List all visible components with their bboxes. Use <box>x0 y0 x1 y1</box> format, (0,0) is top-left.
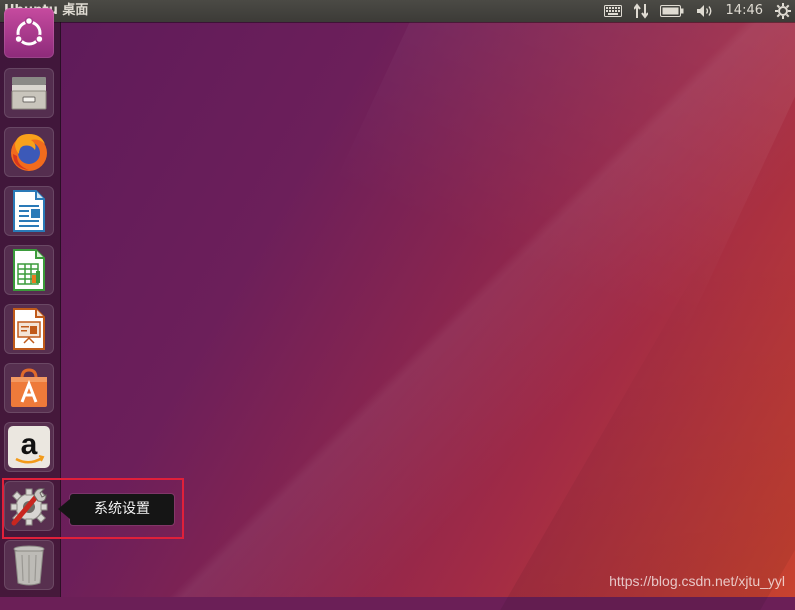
amazon-icon: a <box>8 426 50 468</box>
launcher-item-trash[interactable] <box>4 540 54 590</box>
firefox-icon <box>7 130 51 174</box>
file-cabinet-icon <box>9 73 49 113</box>
gear-icon[interactable] <box>775 0 791 22</box>
ubuntu-logo-icon <box>11 15 47 51</box>
impress-presentation-icon <box>10 307 48 351</box>
volume-icon[interactable] <box>696 0 714 22</box>
launcher-item-firefox[interactable] <box>4 127 54 177</box>
launcher-tooltip: 系统设置 <box>58 494 174 525</box>
calc-spreadsheet-icon <box>10 248 48 292</box>
launcher-item-impress[interactable] <box>4 304 54 354</box>
shopping-bag-icon <box>7 366 51 410</box>
launcher-item-dash[interactable] <box>4 8 54 58</box>
launcher-item-writer[interactable] <box>4 186 54 236</box>
keyboard-icon[interactable] <box>603 0 622 22</box>
launcher-item-amazon[interactable]: a <box>4 422 54 472</box>
trash-icon <box>11 543 47 587</box>
clock[interactable]: 14:46 <box>726 0 763 22</box>
battery-icon[interactable] <box>659 0 684 22</box>
svg-text:a: a <box>21 428 38 461</box>
launcher-item-calc[interactable] <box>4 245 54 295</box>
tooltip-label: 系统设置 <box>94 501 150 517</box>
top-panel: Ubuntu 桌面 <box>0 0 795 22</box>
watermark: https://blog.csdn.net/xjtu_yyl <box>609 573 785 589</box>
launcher-item-software[interactable] <box>4 363 54 413</box>
network-icon[interactable] <box>633 0 648 22</box>
panel-indicators: 14:46 <box>603 0 791 22</box>
writer-document-icon <box>10 189 48 233</box>
launcher-item-files[interactable] <box>4 68 54 118</box>
